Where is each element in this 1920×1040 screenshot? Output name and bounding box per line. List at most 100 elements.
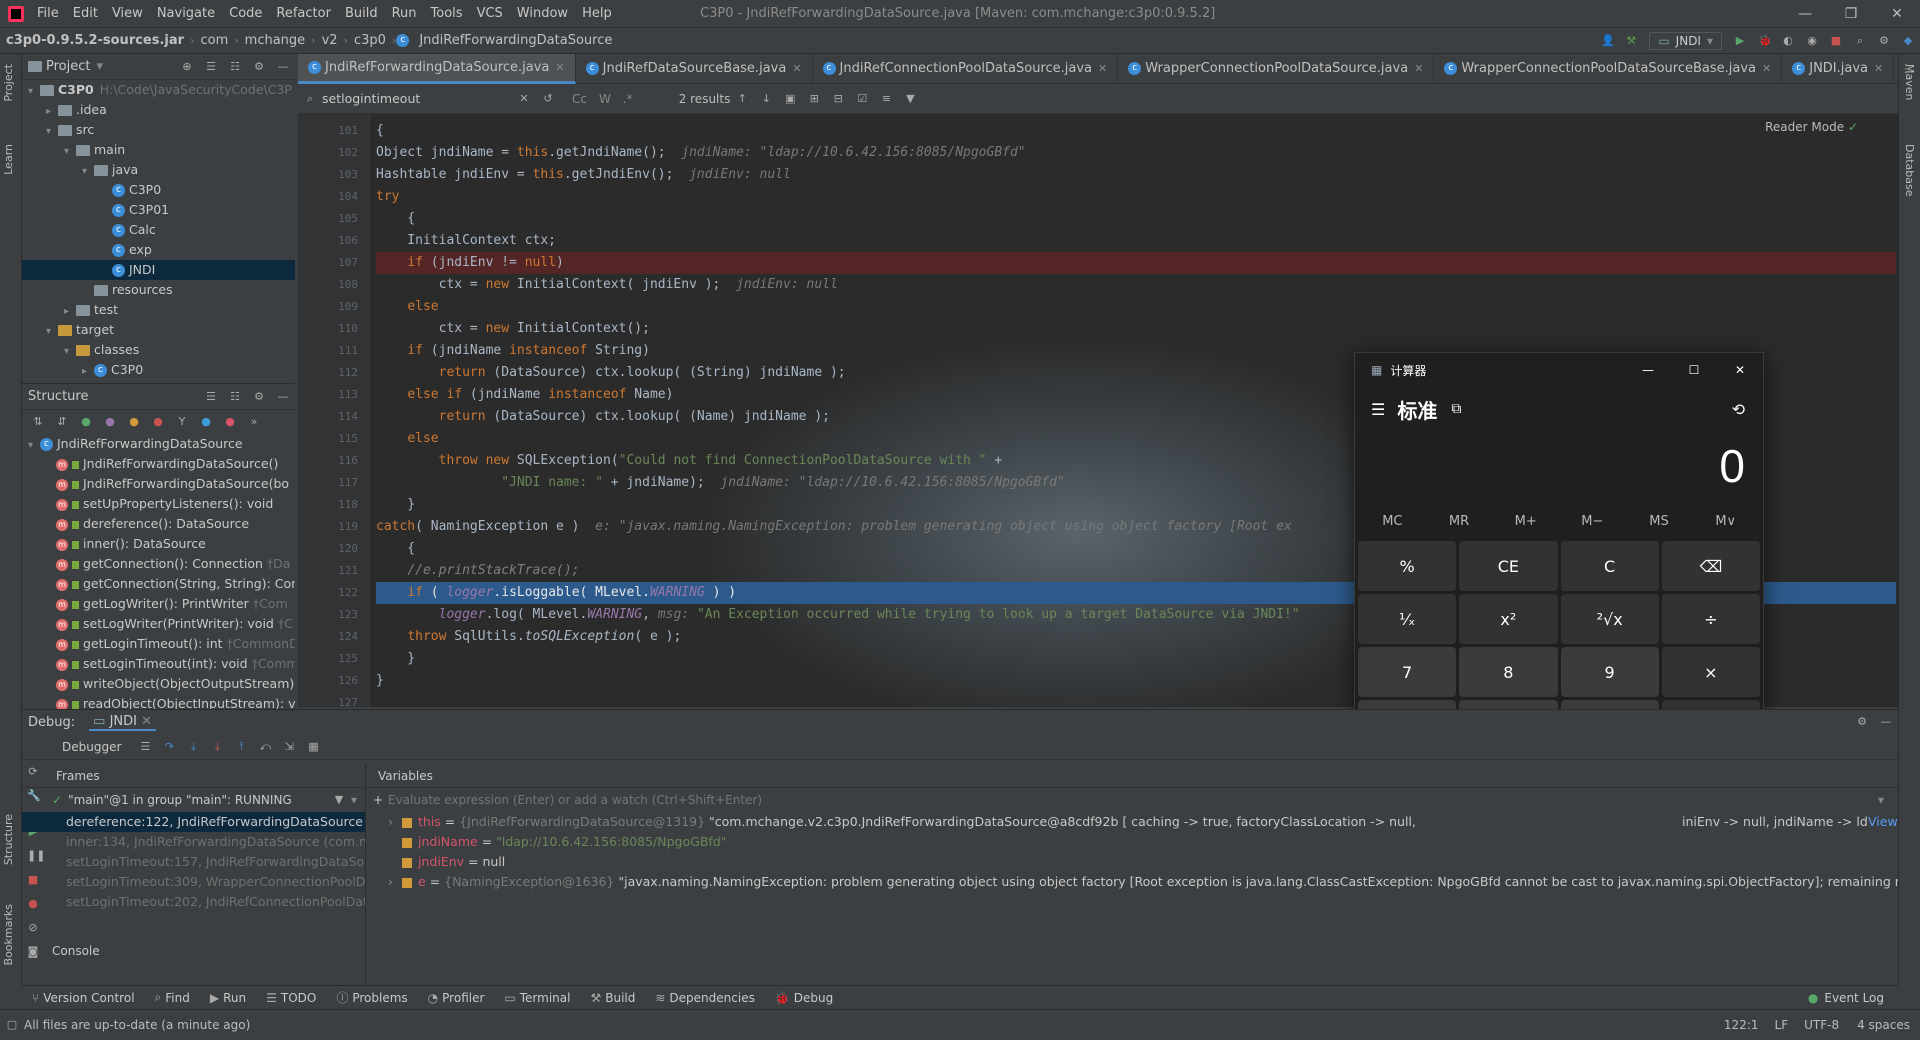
menu-edit[interactable]: Edit — [66, 0, 105, 28]
structure-member[interactable]: m setLoginTimeout(int): void †Comm — [22, 654, 295, 674]
run-config-select[interactable]: ▭ JNDI ▾ — [1649, 31, 1722, 50]
line-separator[interactable]: LF — [1775, 1018, 1789, 1032]
chevron-down-icon[interactable]: ▾ — [64, 342, 76, 360]
non-public-icon[interactable]: ● — [152, 416, 164, 428]
search-flag-1[interactable]: W — [599, 92, 611, 106]
fields-icon[interactable]: ● — [128, 416, 140, 428]
structure-member[interactable]: m JndiRefForwardingDataSource() — [22, 454, 295, 474]
variable-row[interactable]: jndiEnv = null — [368, 852, 1898, 872]
code-line[interactable]: 102 Object jndiName = this.getJndiName();… — [338, 142, 1896, 164]
menu-navigate[interactable]: Navigate — [150, 0, 222, 28]
breadcrumb-item[interactable]: mchange — [239, 33, 312, 48]
calc-key[interactable]: 8 — [1459, 647, 1558, 697]
hamburger-menu-icon[interactable]: ☰ — [1371, 400, 1385, 419]
ide-update-icon[interactable]: ◆ — [1902, 34, 1914, 47]
variable-row[interactable]: jndiName = "ldap://10.6.42.156:8085/Npgo… — [368, 832, 1898, 852]
add-watch-icon[interactable]: + — [368, 793, 388, 807]
gear-icon[interactable]: ⚙ — [253, 60, 265, 73]
calc-key[interactable]: x² — [1459, 594, 1558, 644]
chevron-right-icon[interactable]: ▸ — [46, 102, 58, 120]
database-tool-tab[interactable]: Database — [1903, 144, 1916, 197]
hide-icon[interactable]: — — [277, 390, 289, 403]
calc-key[interactable]: 7 — [1358, 647, 1457, 697]
select-all-occurrences-icon[interactable]: ☑ — [856, 92, 868, 105]
remove-occurrence-icon[interactable]: ⊟ — [832, 92, 844, 105]
calc-key[interactable]: ⌫ — [1661, 541, 1760, 591]
stack-frame[interactable]: inner:134, JndiRefForwardingDataSource (… — [22, 832, 365, 852]
calc-key[interactable]: C — [1560, 541, 1659, 591]
profile-icon[interactable]: ◉ — [1806, 34, 1818, 47]
tool-tab-find[interactable]: ⌕ Find — [145, 990, 200, 1005]
menu-run[interactable]: Run — [385, 0, 424, 28]
find-in-window-icon[interactable]: ▣ — [784, 92, 796, 105]
locate-icon[interactable]: ⊕ — [181, 60, 193, 73]
chevron-down-icon[interactable]: ▾ — [351, 793, 357, 807]
gear-icon[interactable]: ⚙ — [253, 390, 265, 403]
search-flag-2[interactable]: .* — [623, 92, 633, 106]
breadcrumb-item[interactable]: c3p0 — [348, 33, 392, 48]
memory-button[interactable]: MS — [1626, 514, 1693, 529]
editor-tab[interactable]: c JndiRefForwardingDataSource.java ✕ — [298, 53, 576, 84]
structure-root[interactable]: ▾ c JndiRefForwardingDataSource — [22, 434, 295, 454]
structure-member[interactable]: m getConnection(String, String): Con — [22, 574, 295, 594]
editor-tab[interactable]: c JndiRefDataSourceBase.java ✕ — [576, 53, 813, 84]
settings-icon[interactable]: ⚙ — [1878, 34, 1890, 47]
debugger-tab[interactable]: Debugger — [62, 740, 121, 754]
stack-frame[interactable]: dereference:122, JndiRefForwardingDataSo… — [22, 812, 365, 832]
editor-tab[interactable]: c WrapperConnectionPoolDataSource.java ✕ — [1118, 53, 1435, 84]
bookmarks-tool-tab[interactable]: Bookmarks — [2, 904, 15, 965]
project-tree-item[interactable]: c C3P01 — [22, 200, 295, 220]
add-occurrence-icon[interactable]: ⊞ — [808, 92, 820, 105]
sort-visibility-icon[interactable]: ⇵ — [56, 416, 68, 428]
filter-icon[interactable]: ▼ — [333, 794, 345, 806]
variable-row[interactable]: › e = {NamingException@1636} "javax.namin… — [368, 872, 1898, 892]
structure-member[interactable]: m setLogWriter(PrintWriter): void †C — [22, 614, 295, 634]
chevron-down-icon[interactable]: ▾ — [1878, 793, 1884, 807]
project-tree-item[interactable]: c Calc — [22, 220, 295, 240]
debug-icon[interactable]: 🐞 — [1758, 34, 1772, 47]
menu-refactor[interactable]: Refactor — [269, 0, 338, 28]
gear-icon[interactable]: ⚙ — [1856, 716, 1868, 728]
history-icon[interactable]: ↺ — [542, 92, 554, 105]
learn-tool-tab[interactable]: Learn — [2, 144, 15, 175]
project-tree-item[interactable]: c exp — [22, 240, 295, 260]
clear-search-icon[interactable]: ✕ — [518, 92, 530, 105]
project-tree-item[interactable]: ▾ src — [22, 120, 295, 140]
memory-button[interactable]: M+ — [1492, 514, 1559, 529]
force-step-into-icon[interactable]: ⤓ — [211, 740, 223, 753]
calc-close-icon[interactable]: ✕ — [1717, 363, 1763, 377]
stack-frame[interactable]: setLoginTimeout:157, JndiRefForwardingDa… — [22, 852, 365, 872]
layout-icon[interactable]: ☰ — [139, 740, 151, 753]
next-occurrence-icon[interactable]: ↓ — [760, 92, 772, 105]
breadcrumb-item[interactable]: v2 — [316, 33, 344, 48]
breadcrumb-item[interactable]: c3p0-0.9.5.2-sources.jar — [0, 33, 190, 48]
menu-file[interactable]: File — [30, 0, 66, 28]
breadcrumb-item[interactable]: JndiRefForwardingDataSource — [413, 33, 618, 48]
more-icon[interactable]: » — [248, 416, 260, 428]
restore-icon[interactable]: ❐ — [1828, 0, 1874, 28]
run-icon[interactable]: ▶ — [1734, 34, 1746, 47]
tool-tab-version-control[interactable]: ⑂ Version Control — [22, 991, 145, 1005]
project-tree-item[interactable]: ▾ java — [22, 160, 295, 180]
tool-tab-run[interactable]: ▶ Run — [200, 991, 256, 1005]
code-line[interactable]: 108 ctx = new InitialContext( jndiEnv );… — [338, 274, 1896, 296]
chevron-down-icon[interactable]: ▾ — [96, 59, 103, 74]
calc-key[interactable]: CE — [1459, 541, 1558, 591]
inherited-icon[interactable]: ● — [80, 416, 92, 428]
structure-member[interactable]: m writeObject(ObjectOutputStream): — [22, 674, 295, 694]
structure-member[interactable]: m setUpPropertyListeners(): void — [22, 494, 295, 514]
project-tree-item[interactable]: ▸ .idea — [22, 100, 295, 120]
structure-member[interactable]: m getLogWriter(): PrintWriter †Com — [22, 594, 295, 614]
collapse-all-icon[interactable]: ☷ — [229, 60, 241, 73]
code-line[interactable]: 107 if (jndiEnv != null) — [338, 252, 1896, 274]
variable-row[interactable]: › this = {JndiRefForwardingDataSource@131… — [368, 812, 1898, 832]
code-line[interactable]: 105 { — [338, 208, 1896, 230]
evaluate-expression-input[interactable] — [388, 793, 1878, 807]
menu-code[interactable]: Code — [222, 0, 269, 28]
search-input[interactable] — [322, 91, 512, 106]
breadcrumb-item[interactable]: com — [194, 33, 234, 48]
hide-icon[interactable]: — — [1880, 716, 1892, 728]
chevron-down-icon[interactable]: ▾ — [46, 122, 58, 140]
menu-window[interactable]: Window — [510, 0, 575, 28]
event-log-tab[interactable]: Event Log — [1824, 991, 1884, 1005]
